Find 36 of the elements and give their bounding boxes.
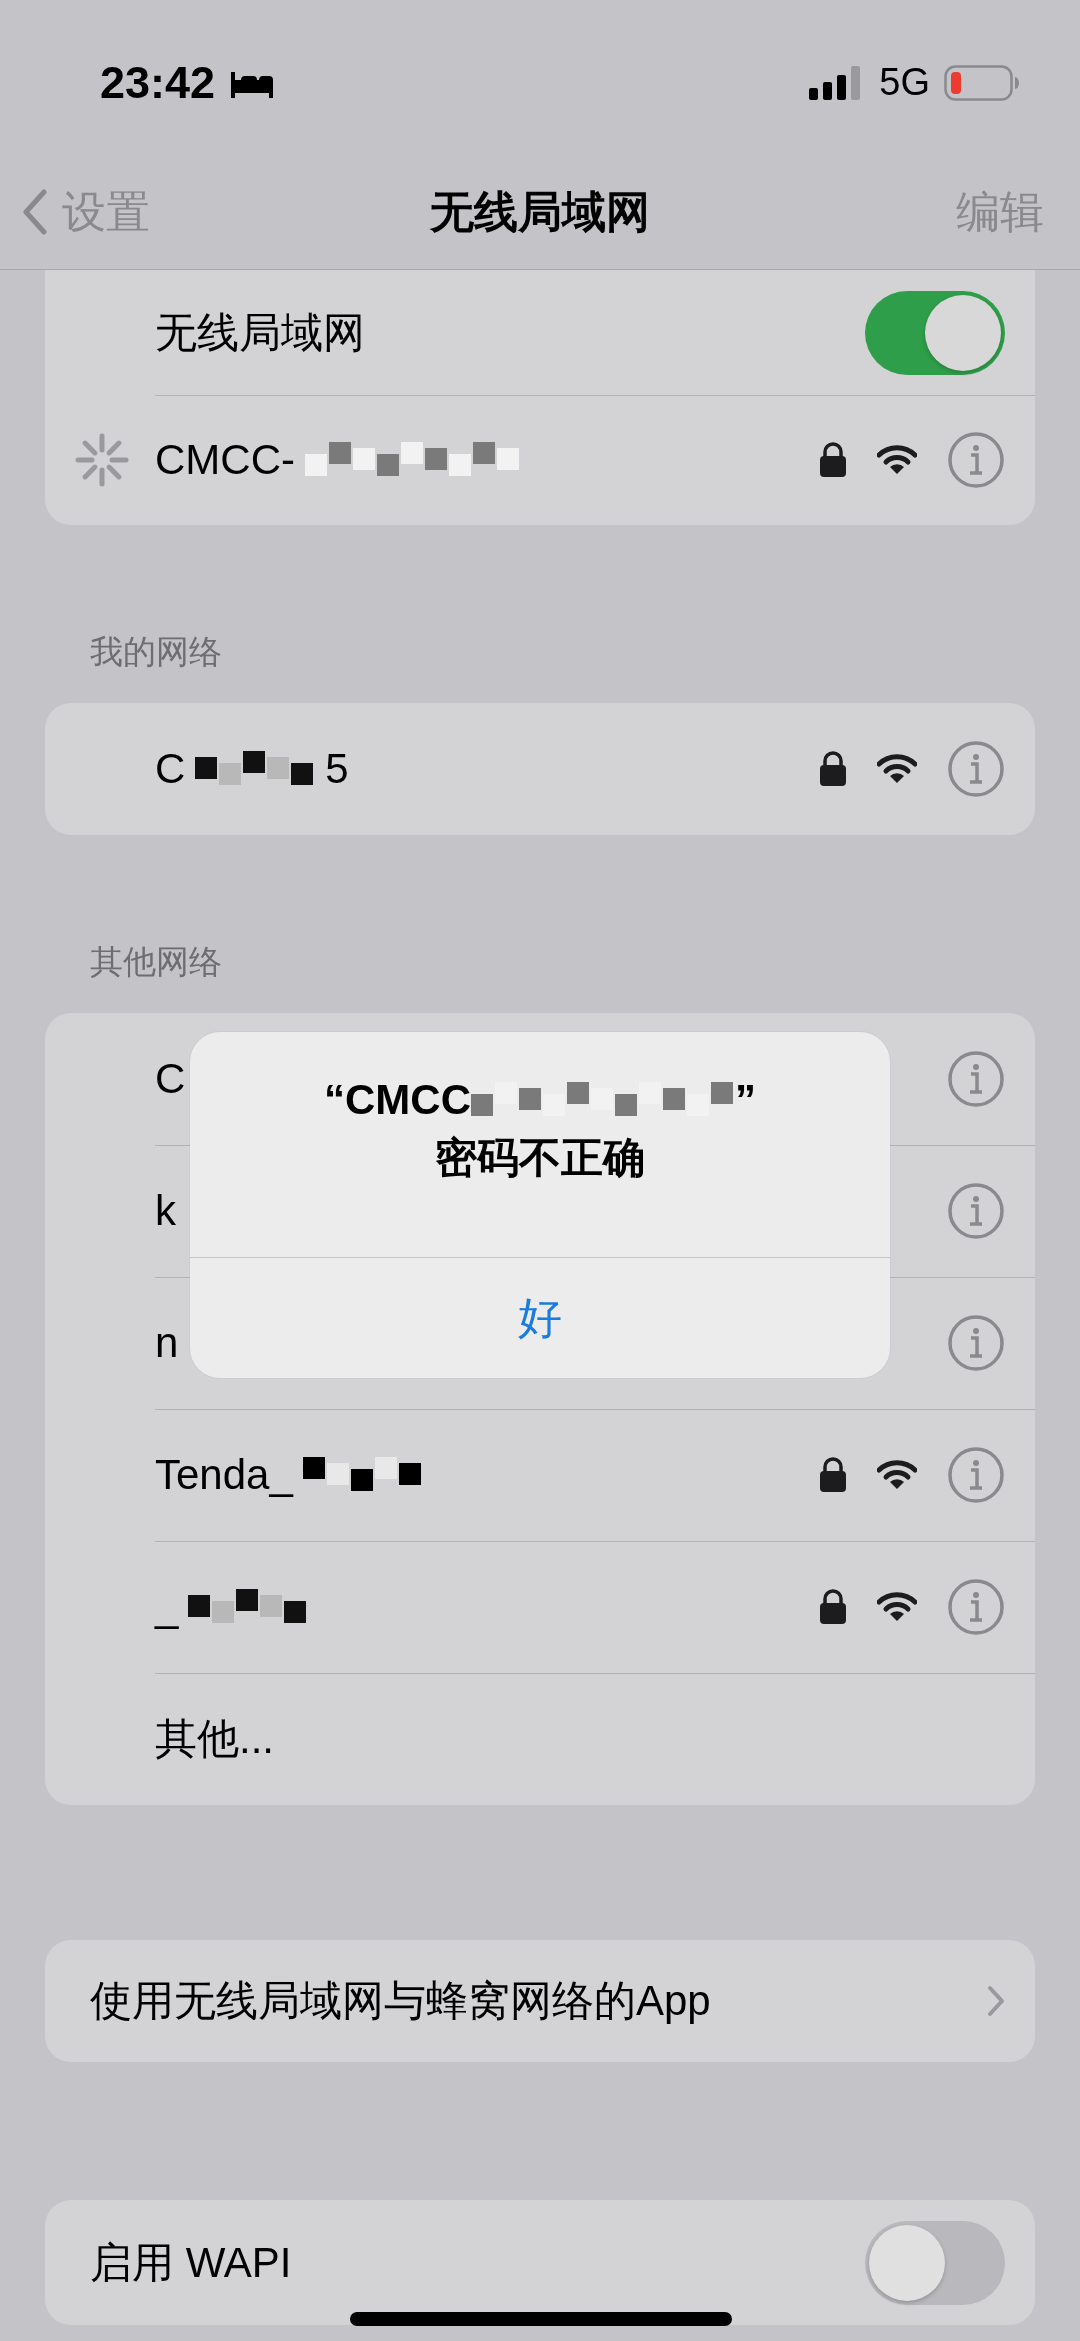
alert-title: “CMCC [324, 1076, 471, 1124]
chevron-right-icon [987, 1985, 1005, 2017]
network-name[interactable]: CMCC- [155, 436, 295, 484]
network-name[interactable]: _ [155, 1583, 179, 1631]
network-name[interactable]: n [155, 1319, 179, 1367]
info-icon[interactable] [947, 1446, 1005, 1504]
info-icon[interactable] [947, 1314, 1005, 1372]
wifi-icon [877, 1460, 917, 1490]
page-title: 无线局域网 [430, 186, 650, 236]
clock-time: 23:42 [100, 56, 216, 109]
row-label: 启用 WAPI [90, 2237, 292, 2288]
wifi-icon [877, 1592, 917, 1622]
network-name[interactable]: C [155, 1055, 186, 1103]
row-label: 无线局域网 [155, 307, 365, 358]
chevron-left-icon [22, 189, 48, 235]
wifi-icon [877, 445, 917, 475]
network-name[interactable]: k [155, 1187, 176, 1235]
list-item[interactable]: 使用无线局域网与蜂窝网络的App [45, 1940, 1035, 2062]
ok-button[interactable]: 好 [190, 1258, 890, 1378]
alert-title: ” [735, 1076, 756, 1124]
section-header: 其他网络 [90, 942, 222, 982]
info-icon[interactable] [947, 1182, 1005, 1240]
info-icon[interactable] [947, 740, 1005, 798]
network-name[interactable]: C [155, 745, 186, 793]
network-name[interactable]: 5 [325, 745, 349, 793]
alert-message: 密码不正确 [435, 1133, 645, 1183]
row-label: 使用无线局域网与蜂窝网络的App [90, 1976, 711, 2026]
network-name[interactable]: Tenda_ [155, 1451, 293, 1499]
wifi-icon [877, 754, 917, 784]
info-icon[interactable] [947, 1578, 1005, 1636]
section-header: 我的网络 [90, 632, 222, 672]
info-icon[interactable] [947, 431, 1005, 489]
network-type: 5G [879, 61, 930, 104]
info-icon[interactable] [947, 1050, 1005, 1108]
battery-icon [944, 64, 1020, 101]
other-network-link[interactable]: 其他... [155, 1711, 274, 1767]
